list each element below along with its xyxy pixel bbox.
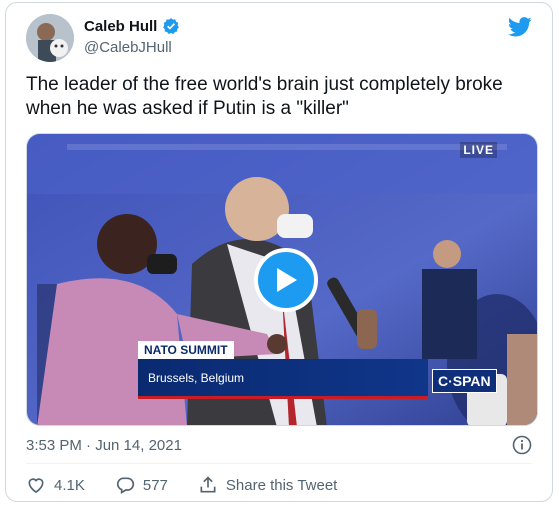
lower-third-title: NATO SUMMIT: [138, 341, 234, 359]
video-player[interactable]: LIVE NATO SUMMIT Brussels, Belgium C·SPA…: [26, 133, 538, 426]
tweet-card: Caleb Hull @CalebJHull The leader of the…: [5, 2, 553, 502]
author-name-row[interactable]: Caleb Hull: [84, 17, 180, 35]
play-icon: [277, 268, 297, 292]
live-badge: LIVE: [460, 142, 497, 158]
tweet-text: The leader of the free world's brain jus…: [26, 74, 503, 119]
play-button[interactable]: [254, 248, 318, 312]
divider: [26, 463, 532, 464]
avatar[interactable]: [26, 14, 74, 62]
reply-button[interactable]: 577: [115, 475, 168, 495]
twitter-bird-icon[interactable]: [508, 17, 532, 42]
lower-third-location: Brussels, Belgium: [148, 371, 245, 385]
action-bar: 4.1K 577 Share this Tweet: [26, 475, 367, 495]
info-icon[interactable]: [512, 435, 532, 460]
avatar-image: [26, 14, 74, 62]
share-icon: [200, 476, 216, 493]
network-logo: C·SPAN: [432, 369, 497, 393]
tweet-timestamp[interactable]: 3:53 PM · Jun 14, 2021: [26, 437, 182, 454]
like-count: 4.1K: [54, 476, 85, 494]
author-handle[interactable]: @CalebJHull: [84, 39, 172, 56]
reply-icon: [116, 477, 135, 494]
heart-icon: [28, 478, 44, 494]
reply-count: 577: [142, 476, 168, 494]
author-name[interactable]: Caleb Hull: [84, 18, 157, 35]
like-button[interactable]: 4.1K: [26, 475, 85, 495]
lower-third: Brussels, Belgium: [138, 359, 428, 399]
share-label: Share this Tweet: [225, 476, 338, 494]
share-button[interactable]: Share this Tweet: [198, 475, 337, 495]
verified-badge-icon: [163, 18, 180, 35]
